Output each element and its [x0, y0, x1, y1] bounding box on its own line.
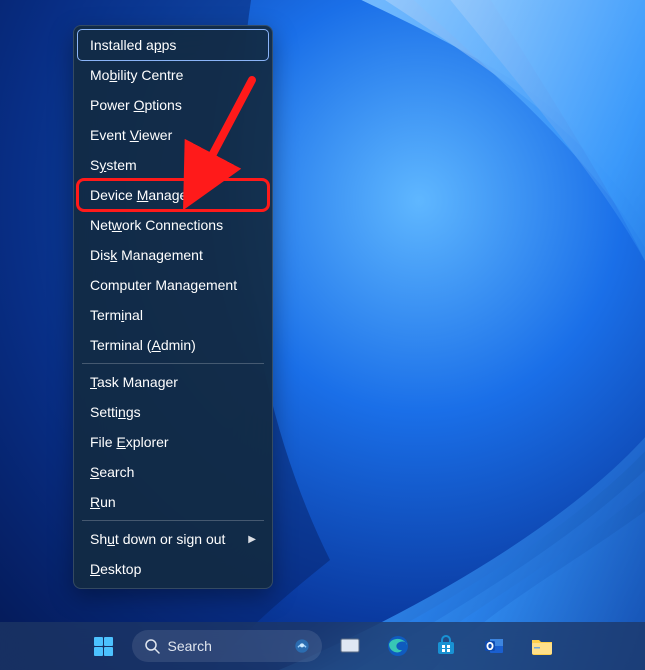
- menu-item-run[interactable]: Run: [78, 487, 268, 517]
- outlook-icon: [483, 635, 505, 657]
- search-highlight-icon: [294, 634, 310, 658]
- menu-item-label: Settings: [90, 404, 141, 420]
- menu-item-settings[interactable]: Settings: [78, 397, 268, 427]
- menu-item-label: Network Connections: [90, 217, 223, 233]
- menu-item-mobility-centre[interactable]: Mobility Centre: [78, 60, 268, 90]
- menu-divider: [82, 520, 264, 521]
- menu-item-event-viewer[interactable]: Event Viewer: [78, 120, 268, 150]
- windows-logo-icon: [94, 637, 113, 656]
- menu-item-desktop[interactable]: Desktop: [78, 554, 268, 584]
- start-button[interactable]: [84, 626, 124, 666]
- menu-item-label: Search: [90, 464, 134, 480]
- search-placeholder: Search: [168, 638, 212, 654]
- taskbar-file-explorer[interactable]: [522, 626, 562, 666]
- taskbar-edge[interactable]: [378, 626, 418, 666]
- menu-item-task-manager[interactable]: Task Manager: [78, 367, 268, 397]
- store-icon: [435, 635, 457, 657]
- menu-item-label: Terminal: [90, 307, 143, 323]
- taskbar-task-view[interactable]: [330, 626, 370, 666]
- menu-item-label: Device Manager: [90, 187, 192, 203]
- menu-item-label: Mobility Centre: [90, 67, 183, 83]
- menu-item-system[interactable]: System: [78, 150, 268, 180]
- menu-item-label: Computer Management: [90, 277, 237, 293]
- search-icon: [144, 638, 160, 654]
- menu-item-device-manager[interactable]: Device Manager: [78, 180, 268, 210]
- winx-context-menu: Installed apps Mobility Centre Power Optio…: [73, 25, 273, 589]
- taskbar: Search: [0, 622, 645, 670]
- menu-item-label: Terminal (Admin): [90, 337, 196, 353]
- menu-item-label: Run: [90, 494, 116, 510]
- menu-item-label: Event Viewer: [90, 127, 172, 143]
- menu-item-label: File Explorer: [90, 434, 169, 450]
- menu-item-label: Disk Management: [90, 247, 203, 263]
- taskbar-outlook[interactable]: [474, 626, 514, 666]
- menu-divider: [82, 363, 264, 364]
- menu-item-computer-management[interactable]: Computer Management: [78, 270, 268, 300]
- menu-item-network-connections[interactable]: Network Connections: [78, 210, 268, 240]
- edge-icon: [386, 634, 410, 658]
- menu-item-terminal[interactable]: Terminal: [78, 300, 268, 330]
- menu-item-label: Task Manager: [90, 374, 178, 390]
- menu-item-label: Shut down or sign out: [90, 531, 225, 547]
- menu-item-terminal-admin[interactable]: Terminal (Admin): [78, 330, 268, 360]
- chevron-right-icon: ▶: [248, 534, 256, 545]
- taskbar-store[interactable]: [426, 626, 466, 666]
- menu-item-power-options[interactable]: Power Options: [78, 90, 268, 120]
- menu-item-label: System: [90, 157, 137, 173]
- menu-item-disk-management[interactable]: Disk Management: [78, 240, 268, 270]
- menu-item-shut-down-or-sign-out[interactable]: Shut down or sign out ▶: [78, 524, 268, 554]
- menu-item-file-explorer[interactable]: File Explorer: [78, 427, 268, 457]
- menu-item-installed-apps[interactable]: Installed apps: [78, 30, 268, 60]
- menu-item-label: Desktop: [90, 561, 141, 577]
- menu-item-search[interactable]: Search: [78, 457, 268, 487]
- folder-icon: [530, 635, 554, 657]
- taskbar-search[interactable]: Search: [132, 630, 322, 662]
- task-view-icon: [339, 635, 361, 657]
- menu-item-label: Installed apps: [90, 37, 176, 53]
- menu-item-label: Power Options: [90, 97, 182, 113]
